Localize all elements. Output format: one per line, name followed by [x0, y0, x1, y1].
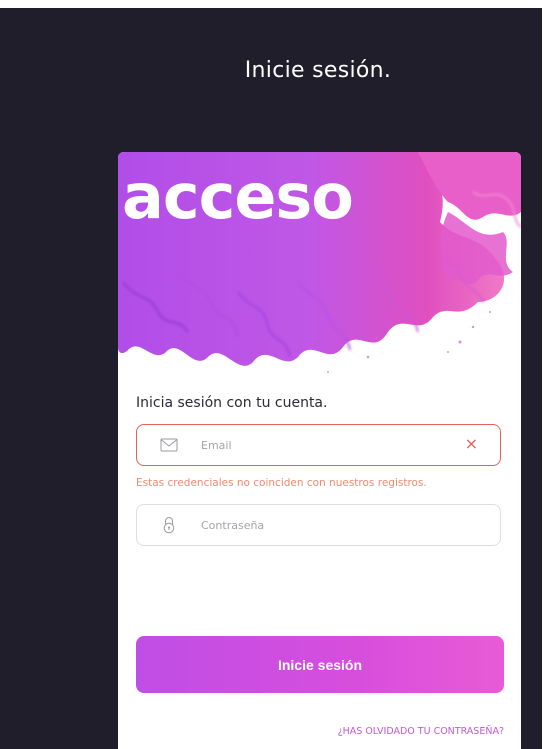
- email-field[interactable]: ×: [136, 424, 501, 466]
- hero-banner: acceso: [118, 152, 521, 380]
- lock-icon: [159, 515, 179, 535]
- email-error-message: Estas credenciales no coinciden con nues…: [136, 477, 427, 489]
- email-input[interactable]: [199, 437, 443, 453]
- password-field[interactable]: [136, 504, 501, 546]
- brand-logo: acceso: [122, 160, 354, 233]
- form-subtitle: Inicia sesión con tu cuenta.: [136, 395, 328, 411]
- window-edge: [542, 0, 558, 749]
- clear-email-icon[interactable]: ×: [465, 436, 478, 452]
- login-card: acceso Inicia sesión con tu cuenta. × Es…: [118, 152, 521, 749]
- mail-icon: [159, 435, 179, 455]
- password-input[interactable]: [199, 517, 443, 533]
- top-strip: [0, 0, 558, 8]
- login-button[interactable]: Inicie sesión: [136, 636, 504, 693]
- login-screen: Inicie sesión. acceso Inicia sesión con …: [0, 0, 558, 749]
- forgot-password-link[interactable]: ¿HAS OLVIDADO TU CONTRASEÑA?: [338, 726, 504, 737]
- page-title: Inicie sesión.: [244, 58, 392, 83]
